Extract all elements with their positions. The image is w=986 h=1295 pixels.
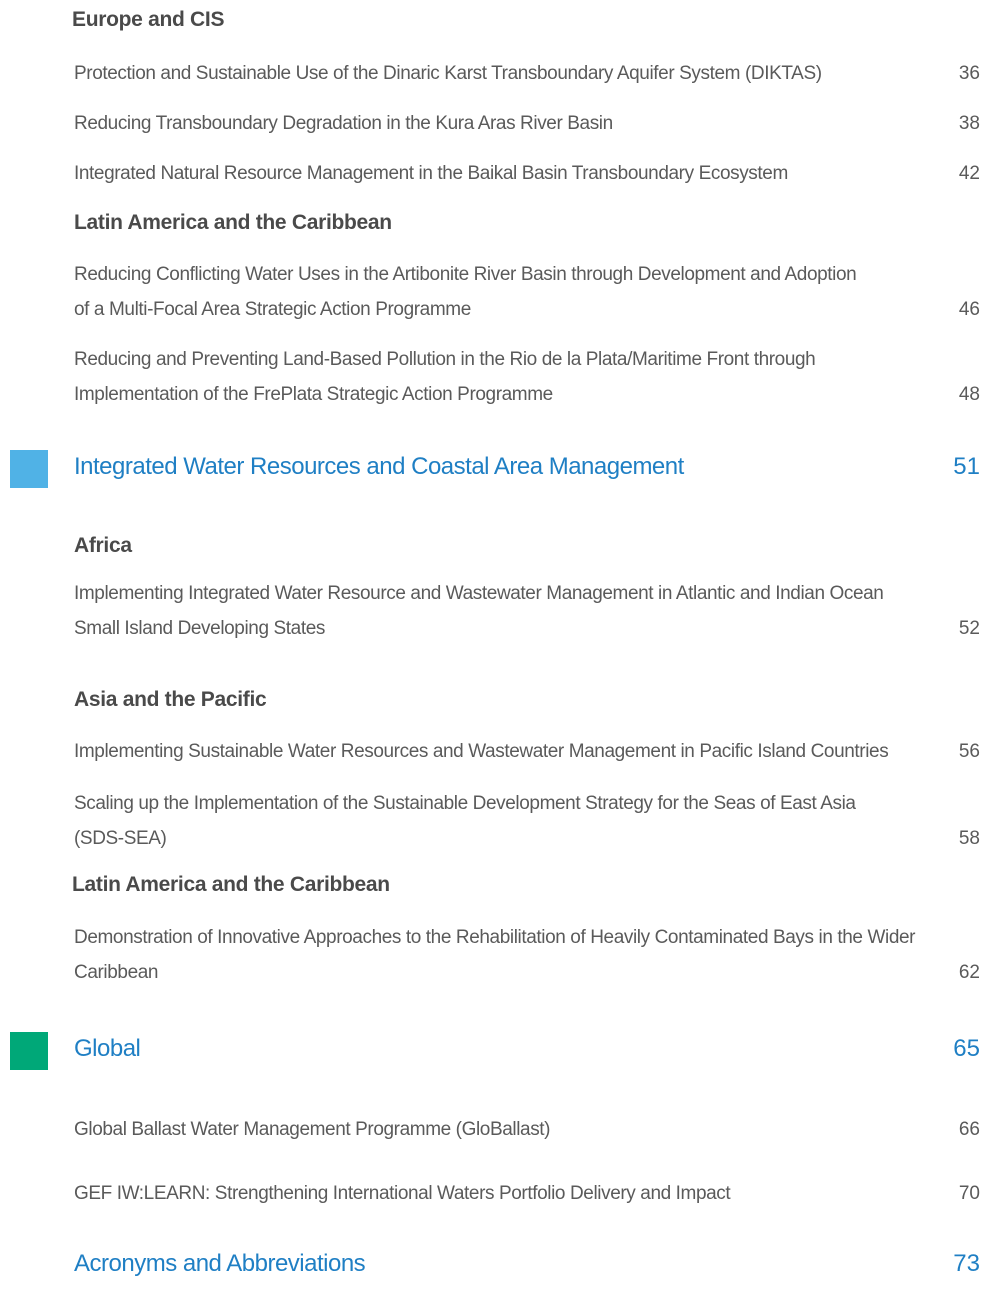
toc-entry-title: Implementing Integrated Water Resource a… — [74, 583, 884, 604]
section-title-global[interactable]: Global — [74, 1035, 141, 1063]
toc-entry-baikal[interactable]: Integrated Natural Resource Management i… — [74, 156, 904, 191]
toc-entry-globallast[interactable]: Global Ballast Water Management Programm… — [74, 1112, 904, 1147]
toc-page-number: 38 — [958, 113, 980, 134]
toc-entry-sds-sea[interactable]: Scaling up the Implementation of the Sus… — [74, 786, 904, 856]
toc-entry-diktas[interactable]: Protection and Sustainable Use of the Di… — [74, 56, 904, 91]
toc-page-number: 42 — [958, 163, 980, 184]
toc-entry-title: Reducing Conflicting Water Uses in the A… — [74, 264, 857, 285]
toc-entry-title-cont: Implementation of the FrePlata Strategic… — [74, 384, 553, 405]
section-page-number: 51 — [953, 453, 980, 480]
toc-entry-title-cont: Small Island Developing States — [74, 618, 325, 639]
heading-europe-cis: Europe and CIS — [72, 8, 225, 31]
toc-entry-title: Implementing Sustainable Water Resources… — [74, 741, 889, 762]
toc-page-number: 58 — [958, 828, 980, 849]
heading-latin-america-caribbean: Latin America and the Caribbean — [74, 211, 392, 234]
toc-entry-title: GEF IW:LEARN: Strengthening Internationa… — [74, 1183, 731, 1204]
toc-entry-freplata[interactable]: Reducing and Preventing Land-Based Pollu… — [74, 342, 904, 412]
toc-page-number: 62 — [958, 962, 980, 983]
toc-entry-title-cont: of a Multi-Focal Area Strategic Action P… — [74, 299, 471, 320]
section-title-acronyms[interactable]: Acronyms and Abbreviations — [74, 1250, 366, 1278]
section-page-number: 73 — [953, 1250, 980, 1277]
heading-latin-america-caribbean-2: Latin America and the Caribbean — [72, 873, 390, 896]
toc-entry-title: Global Ballast Water Management Programm… — [74, 1119, 551, 1140]
toc-page-number: 66 — [958, 1119, 980, 1140]
toc-entry-title: Scaling up the Implementation of the Sus… — [74, 793, 856, 814]
heading-africa: Africa — [74, 534, 132, 557]
toc-entry-title: Integrated Natural Resource Management i… — [74, 163, 788, 184]
toc-page-number: 46 — [958, 299, 980, 320]
toc-entry-pacific-islands[interactable]: Implementing Sustainable Water Resources… — [74, 734, 904, 769]
toc-page-number: 48 — [958, 384, 980, 405]
toc-page-number: 56 — [958, 741, 980, 762]
section-page-number: 65 — [953, 1035, 980, 1062]
toc-entry-title: Reducing and Preventing Land-Based Pollu… — [74, 349, 816, 370]
toc-page-number: 36 — [958, 63, 980, 84]
heading-asia-pacific: Asia and the Pacific — [74, 688, 267, 711]
toc-entry-contaminated-bays[interactable]: Demonstration of Innovative Approaches t… — [74, 920, 916, 990]
toc-entry-title: Protection and Sustainable Use of the Di… — [74, 63, 822, 84]
section-title-iwrm[interactable]: Integrated Water Resources and Coastal A… — [74, 453, 684, 481]
toc-entry-title-cont: (SDS-SEA) — [74, 828, 167, 849]
toc-entry-title-cont: Caribbean — [74, 962, 159, 983]
toc-entry-sids[interactable]: Implementing Integrated Water Resource a… — [74, 576, 904, 646]
section-color-square-green — [10, 1032, 48, 1070]
toc-page-number: 52 — [958, 618, 980, 639]
toc-entry-iw-learn[interactable]: GEF IW:LEARN: Strengthening Internationa… — [74, 1176, 904, 1211]
section-color-square-blue — [10, 450, 48, 488]
toc-entry-title: Reducing Transboundary Degradation in th… — [74, 113, 613, 134]
toc-entry-title: Demonstration of Innovative Approaches t… — [74, 927, 916, 948]
toc-entry-artibonite[interactable]: Reducing Conflicting Water Uses in the A… — [74, 257, 904, 327]
toc-page-number: 70 — [958, 1183, 980, 1204]
toc-entry-kura-aras[interactable]: Reducing Transboundary Degradation in th… — [74, 106, 904, 141]
